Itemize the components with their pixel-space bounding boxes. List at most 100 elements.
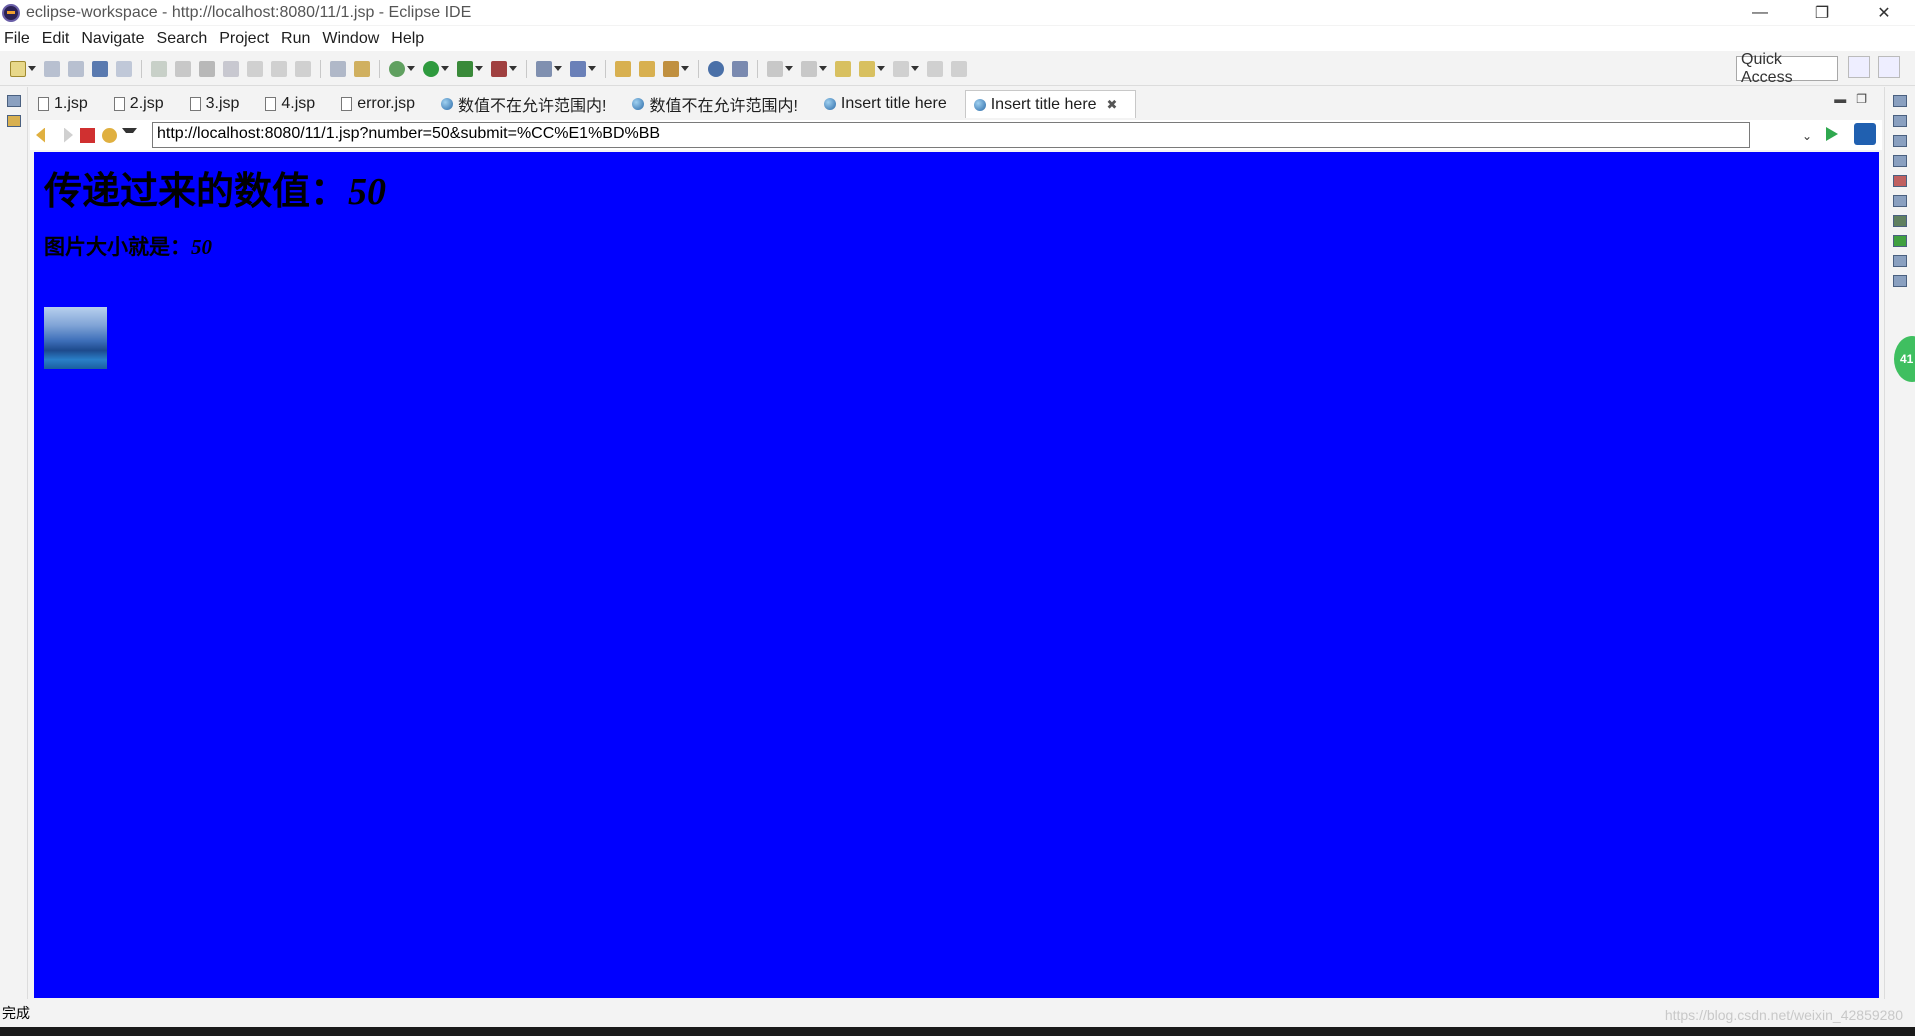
close-tab-icon[interactable]: ✖ (1107, 97, 1118, 113)
tab-browser-out-of-range-2[interactable]: 数值不在允许范围内! (624, 90, 815, 118)
go-icon[interactable] (1826, 127, 1838, 141)
menu-window[interactable]: Window (316, 30, 385, 48)
disconnect-icon[interactable] (223, 60, 239, 77)
left-trim-stack (0, 87, 28, 999)
pin-editor-icon[interactable] (927, 60, 943, 77)
terminate-icon[interactable] (199, 60, 215, 77)
refresh-dropdown-icon[interactable] (122, 127, 137, 143)
step-into-icon[interactable] (247, 60, 263, 77)
menu-help[interactable]: Help (385, 30, 430, 48)
tab-2-jsp[interactable]: 2.jsp (106, 90, 182, 118)
resume-icon[interactable] (151, 60, 167, 77)
menu-file[interactable]: File (0, 30, 36, 48)
tab-3-jsp[interactable]: 3.jsp (182, 90, 258, 118)
console-icon[interactable] (1893, 275, 1907, 287)
open-perspective-icon[interactable] (1848, 56, 1870, 78)
external-tools-dropdown-icon[interactable] (509, 66, 517, 71)
debug-icon[interactable] (389, 60, 405, 77)
toggle-mark-icon[interactable] (330, 60, 346, 77)
open-external-browser-icon[interactable] (1854, 123, 1876, 145)
web-browser-icon[interactable] (708, 60, 724, 77)
open-type-icon[interactable] (615, 60, 631, 77)
restore-icon[interactable]: ❐ (1791, 0, 1853, 25)
prev-annotation-icon[interactable] (801, 60, 817, 77)
new-server-dropdown-icon[interactable] (554, 66, 562, 71)
minimize-view-icon[interactable]: ▬ (1834, 92, 1846, 106)
new-class-icon[interactable] (570, 60, 586, 77)
tab-label: Insert title here (990, 95, 1097, 113)
suspend-icon[interactable] (175, 60, 191, 77)
menu-navigate[interactable]: Navigate (75, 30, 150, 48)
forward-dropdown-icon[interactable] (911, 66, 919, 71)
external-tools-icon[interactable] (491, 60, 507, 77)
url-history-dropdown-icon[interactable]: ⌄ (1802, 129, 1812, 143)
new-dropdown-icon[interactable] (28, 66, 36, 71)
minimize-icon[interactable]: — (1729, 0, 1791, 25)
menu-search[interactable]: Search (151, 30, 214, 48)
properties-icon[interactable] (1893, 195, 1907, 207)
next-annotation-icon[interactable] (767, 60, 783, 77)
tab-1-jsp[interactable]: 1.jsp (30, 90, 106, 118)
browser-back-icon[interactable] (36, 127, 45, 143)
project-explorer-icon[interactable] (6, 115, 21, 127)
run-dropdown-icon[interactable] (441, 66, 449, 71)
menu-project[interactable]: Project (213, 30, 275, 48)
globe-icon (632, 98, 645, 110)
back-dropdown-icon[interactable] (877, 66, 885, 71)
data-source-icon[interactable] (1893, 235, 1907, 247)
globe-icon (823, 98, 836, 110)
maximize-view-icon[interactable]: ❐ (1856, 92, 1867, 106)
restore-view-icon[interactable] (6, 95, 21, 107)
outline-icon[interactable] (1893, 115, 1907, 127)
new-class-dropdown-icon[interactable] (588, 66, 596, 71)
tab-error-jsp[interactable]: error.jsp (333, 90, 433, 118)
new-server-icon[interactable] (536, 60, 552, 77)
save-all-icon[interactable] (68, 60, 84, 77)
browser-stop-icon[interactable] (80, 127, 95, 143)
close-icon[interactable]: ✕ (1853, 0, 1915, 25)
markers-icon[interactable] (1893, 175, 1907, 187)
tab-browser-out-of-range-1[interactable]: 数值不在允许范围内! (433, 90, 624, 118)
next-annotation-dropdown-icon[interactable] (785, 66, 793, 71)
menu-edit[interactable]: Edit (36, 30, 76, 48)
tab-browser-insert-title-active[interactable]: Insert title here ✖ (964, 90, 1137, 118)
open-task-icon[interactable] (639, 60, 655, 77)
step-over-icon[interactable] (271, 60, 287, 77)
restore-view-icon[interactable] (1893, 155, 1907, 167)
coverage-icon[interactable] (457, 60, 473, 77)
back-icon[interactable] (859, 60, 875, 77)
jsp-file-icon (189, 97, 201, 111)
last-edit-icon[interactable] (835, 60, 851, 77)
terminal-icon[interactable] (92, 60, 108, 77)
menu-run[interactable]: Run (275, 30, 316, 48)
search-icon[interactable] (663, 60, 679, 77)
browser-forward-icon[interactable] (64, 127, 73, 143)
servers-icon[interactable] (1893, 215, 1907, 227)
run-icon[interactable] (423, 60, 439, 77)
jsp-file-icon (265, 97, 277, 111)
page-subheading: 图片大小就是：50 (44, 231, 212, 261)
tab-4-jsp[interactable]: 4.jsp (257, 90, 333, 118)
task-list-icon[interactable] (1893, 135, 1907, 147)
save-icon[interactable] (44, 60, 60, 77)
search-dropdown-icon[interactable] (681, 66, 689, 71)
quick-access-field[interactable]: Quick Access (1736, 51, 1838, 86)
debug-dropdown-icon[interactable] (407, 66, 415, 71)
browser-refresh-icon[interactable] (102, 127, 117, 143)
url-input[interactable]: http://localhost:8080/11/1.jsp?number=50… (152, 122, 1750, 148)
annotation-icon[interactable] (732, 60, 748, 77)
build-icon[interactable] (354, 60, 370, 77)
prev-annotation-dropdown-icon[interactable] (819, 66, 827, 71)
snippets-icon[interactable] (1893, 255, 1907, 267)
subheading-label: 图片大小就是： (44, 235, 191, 259)
coverage-dropdown-icon[interactable] (475, 66, 483, 71)
tab-browser-insert-title-1[interactable]: Insert title here (816, 90, 965, 118)
browser-url-bar: http://localhost:8080/11/1.jsp?number=50… (30, 120, 1882, 150)
forward-icon[interactable] (893, 60, 909, 77)
step-return-icon[interactable] (295, 60, 311, 77)
toggle-word-wrap-icon[interactable] (951, 60, 967, 77)
new-icon[interactable] (10, 60, 26, 77)
restore-view-icon[interactable] (1893, 95, 1907, 107)
skip-breakpoints-icon[interactable] (116, 60, 132, 77)
java-ee-perspective-icon[interactable] (1878, 56, 1900, 78)
